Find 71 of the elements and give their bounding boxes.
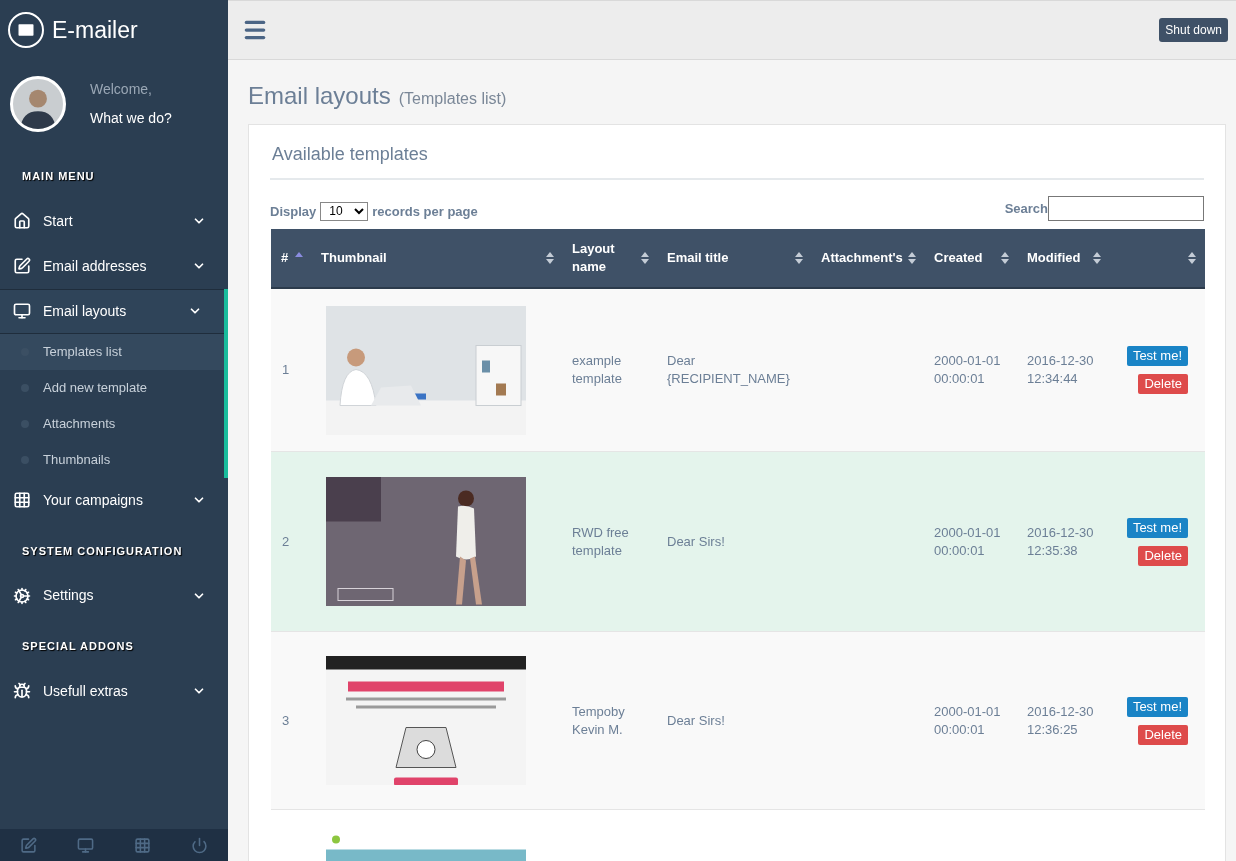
- sort-icon[interactable]: [1093, 251, 1101, 265]
- display-label: Display: [270, 202, 317, 221]
- menu-item[interactable]: Usefull extras: [0, 668, 228, 714]
- menu-item[interactable]: Your campaigns: [0, 477, 228, 523]
- menu-section-title: SPECIAL ADDONS: [21, 639, 135, 654]
- table-cell: Dear Sirs!: [667, 533, 725, 549]
- column-header[interactable]: Layout name: [562, 229, 657, 287]
- submenu-item[interactable]: Add new template: [0, 369, 224, 406]
- submenu-item[interactable]: Attachments: [0, 405, 224, 442]
- menu-section-title: SYSTEM CONFIGURATION: [21, 543, 184, 559]
- sort-icon[interactable]: [641, 251, 649, 265]
- submenu-item[interactable]: Templates list: [0, 333, 224, 370]
- brand-name: E-mailer: [52, 15, 138, 45]
- table-cell: Tempoby Kevin M.: [572, 703, 625, 737]
- submenu-item[interactable]: Thumbnails: [0, 441, 224, 478]
- monitor-icon: [13, 302, 31, 320]
- table-icon: [13, 491, 31, 509]
- table-cell: 2000-01-01 00:00:01: [934, 703, 1001, 737]
- what-we-do-link[interactable]: What we do?: [90, 108, 172, 129]
- table-cell: 2016-12-30 12:35:38: [1027, 524, 1094, 558]
- table-cell: 2: [282, 533, 290, 549]
- page-title: Email layouts: [248, 81, 391, 111]
- monitor-icon: [77, 836, 94, 854]
- test-button[interactable]: Test me!: [1126, 517, 1188, 538]
- delete-button[interactable]: Delete: [1138, 724, 1188, 745]
- sort-icon[interactable]: [795, 251, 803, 265]
- sort-icon[interactable]: [1001, 251, 1009, 265]
- test-button[interactable]: Test me!: [1126, 346, 1188, 366]
- test-button[interactable]: Test me!: [1126, 696, 1188, 717]
- power-icon: [191, 836, 208, 854]
- menu-item[interactable]: Email addresses: [0, 243, 228, 289]
- menu-item[interactable]: Email layouts: [0, 288, 224, 334]
- column-header[interactable]: Attachment's: [811, 229, 924, 287]
- page-subtitle: (Templates list): [398, 89, 507, 109]
- table-cell: example template: [572, 353, 622, 386]
- sort-icon[interactable]: [546, 251, 554, 265]
- table-cell: 2000-01-01 00:00:01: [934, 353, 1001, 386]
- records-per-page-select[interactable]: 10: [320, 201, 369, 221]
- column-header[interactable]: Modified: [1017, 229, 1109, 287]
- menu-item[interactable]: Settings: [0, 573, 228, 618]
- edit-icon: [20, 836, 37, 854]
- records-per-page-label: records per page: [372, 202, 478, 221]
- table-cell: Dear {RECIPIENT_NAME}: [667, 353, 790, 386]
- logo-icon: [8, 12, 44, 48]
- avatar: [10, 76, 66, 132]
- search-field[interactable]: [1048, 196, 1204, 221]
- menu-item[interactable]: Start: [0, 198, 228, 244]
- menu-section-title: MAIN MENU: [21, 169, 96, 184]
- column-header[interactable]: Email title: [657, 229, 811, 287]
- delete-button[interactable]: Delete: [1138, 374, 1188, 394]
- table-cell: 2016-12-30 12:34:44: [1027, 353, 1094, 386]
- bug-icon: [13, 682, 31, 700]
- shut-down-button[interactable]: Shut down: [1159, 18, 1228, 42]
- panel-title: Available templates: [270, 141, 1204, 180]
- table-icon: [134, 836, 151, 854]
- sort-icon[interactable]: [908, 251, 916, 265]
- column-header[interactable]: #: [271, 229, 311, 287]
- welcome-text: Welcome,: [90, 80, 153, 99]
- sort-icon[interactable]: [1188, 251, 1196, 265]
- table-cell: 1: [282, 362, 290, 377]
- delete-button[interactable]: Delete: [1138, 545, 1188, 566]
- edit-icon: [13, 257, 31, 275]
- table-cell: 2000-01-01 00:00:01: [934, 524, 1001, 558]
- table-cell: 2016-12-30 12:36:25: [1027, 703, 1094, 737]
- column-header[interactable]: Created: [924, 229, 1017, 287]
- table-cell: RWD free template: [572, 524, 629, 558]
- search-label: Search: [1004, 199, 1048, 218]
- table-cell: 3: [282, 712, 290, 728]
- table-cell: Dear Sirs!: [667, 712, 725, 728]
- home-icon: [13, 212, 31, 230]
- column-header[interactable]: Thumbnail: [311, 229, 562, 287]
